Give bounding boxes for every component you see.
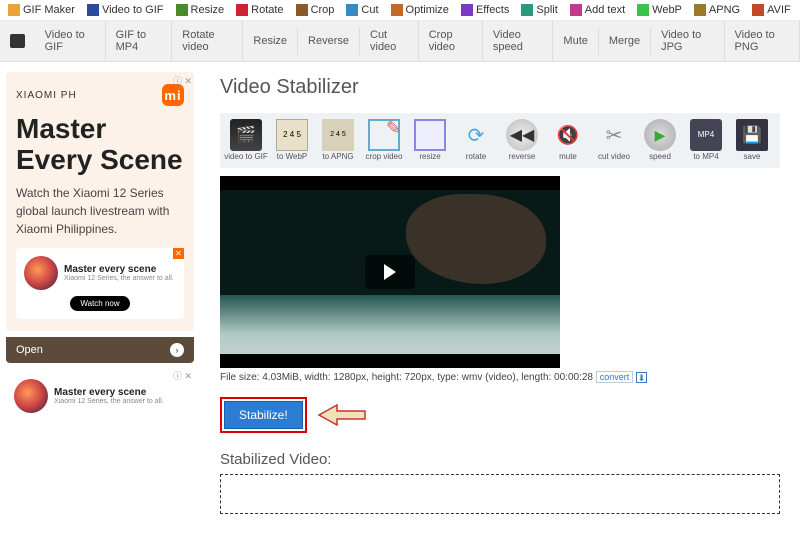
nav-avif[interactable]: AVIF — [752, 4, 791, 16]
highlight-box: Stabilize! — [220, 397, 307, 433]
chevron-right-icon: › — [170, 343, 184, 357]
tool-to-apng[interactable]: 2 4 5to APNG — [316, 119, 360, 162]
tool-to-webp[interactable]: 2 4 5to WebP — [270, 119, 314, 162]
ad-card-sub: Xiaomi 12 Series, the answer to all. — [54, 398, 164, 405]
ad-open-button[interactable]: Open› — [6, 337, 194, 363]
nav-gif-maker[interactable]: GIF Maker — [8, 4, 75, 16]
vnav-video-to-png[interactable]: Video to PNG — [725, 21, 800, 61]
nav-add-text[interactable]: Add text — [570, 4, 625, 16]
ad-watch-button[interactable]: Watch now — [70, 296, 129, 311]
camera-icon — [10, 34, 25, 48]
vnav-gif-to-mp4[interactable]: GIF to MP4 — [106, 21, 173, 61]
tool-reverse[interactable]: ◀◀reverse — [500, 119, 544, 162]
crop-icon — [368, 119, 400, 151]
apng-icon: 2 4 5 — [322, 119, 354, 151]
tool-save[interactable]: 💾save — [730, 119, 774, 162]
ad-card-2[interactable]: ⓘ ✕ Master every scene Xiaomi 12 Series,… — [6, 371, 194, 421]
top-nav: GIF Maker Video to GIF Resize Rotate Cro… — [0, 0, 800, 21]
ad-heading: Master Every Scene — [16, 114, 184, 176]
vnav-mute[interactable]: Mute — [553, 27, 598, 55]
vnav-resize[interactable]: Resize — [243, 27, 298, 55]
vnav-reverse[interactable]: Reverse — [298, 27, 360, 55]
nav-video-to-gif[interactable]: Video to GIF — [87, 4, 164, 16]
arrow-callout-icon — [317, 403, 367, 427]
output-label: Stabilized Video: — [220, 451, 780, 468]
ad-close-icon[interactable]: ⓘ ✕ — [173, 369, 192, 382]
nav-rotate[interactable]: Rotate — [236, 4, 283, 16]
tool-speed[interactable]: ▶speed — [638, 119, 682, 162]
rotate-icon: ⟳ — [460, 119, 492, 151]
ad-brand: XIAOMI PH — [16, 90, 77, 101]
nav-crop[interactable]: Crop — [296, 4, 335, 16]
tool-cut-video[interactable]: ✂cut video — [592, 119, 636, 162]
tool-crop-video[interactable]: crop video — [362, 119, 406, 162]
ad-unit[interactable]: ⓘ ✕ XIAOMI PH mi Master Every Scene Watc… — [6, 72, 194, 331]
ad-close-icon[interactable]: ⓘ ✕ — [173, 74, 192, 87]
nav-resize[interactable]: Resize — [176, 4, 225, 16]
vnav-crop-video[interactable]: Crop video — [419, 21, 483, 61]
download-icon[interactable]: ⬇ — [636, 372, 647, 383]
nav-cut[interactable]: Cut — [346, 4, 378, 16]
scissors-icon: ✂ — [598, 119, 630, 151]
page-title: Video Stabilizer — [220, 76, 780, 99]
tool-video-to-gif[interactable]: 🎬video to GIF — [224, 119, 268, 162]
mute-icon: 🔇 — [552, 119, 584, 151]
film-icon: 🎬 — [230, 119, 262, 151]
ad-card-title: Master every scene — [64, 264, 174, 275]
output-zone — [220, 474, 780, 514]
video-nav: Video to GIF GIF to MP4 Rotate video Res… — [0, 21, 800, 62]
tool-to-mp4[interactable]: MP4to MP4 — [684, 119, 728, 162]
play-icon[interactable] — [365, 255, 415, 289]
stabilize-button[interactable]: Stabilize! — [224, 401, 303, 429]
file-info: File size: 4.03MiB, width: 1280px, heigh… — [220, 372, 780, 383]
speed-icon: ▶ — [644, 119, 676, 151]
ad-card-sub: Xiaomi 12 Series, the answer to all. — [64, 275, 174, 282]
ad-image — [14, 379, 48, 413]
sidebar: ⓘ ✕ XIAOMI PH mi Master Every Scene Watc… — [0, 62, 200, 528]
nav-split[interactable]: Split — [521, 4, 557, 16]
tool-resize[interactable]: resize — [408, 119, 452, 162]
ad-card-close-icon[interactable]: ✕ — [173, 248, 184, 259]
vnav-video-speed[interactable]: Video speed — [483, 21, 554, 61]
ad-image — [24, 256, 58, 290]
video-preview[interactable] — [220, 176, 560, 368]
ad-card[interactable]: ✕ Master every scene Xiaomi 12 Series, t… — [16, 248, 184, 319]
vnav-cut-video[interactable]: Cut video — [360, 21, 419, 61]
reverse-icon: ◀◀ — [506, 119, 538, 151]
ad-body: Watch the Xiaomi 12 Series global launch… — [16, 184, 184, 238]
nav-optimize[interactable]: Optimize — [391, 4, 449, 16]
vnav-rotate-video[interactable]: Rotate video — [172, 21, 243, 61]
save-icon: 💾 — [736, 119, 768, 151]
tool-rotate[interactable]: ⟳rotate — [454, 119, 498, 162]
vnav-video-to-jpg[interactable]: Video to JPG — [651, 21, 724, 61]
nav-effects[interactable]: Effects — [461, 4, 509, 16]
webp-icon: 2 4 5 — [276, 119, 308, 151]
main-content: Video Stabilizer 🎬video to GIF 2 4 5to W… — [200, 62, 800, 528]
tool-mute[interactable]: 🔇mute — [546, 119, 590, 162]
vnav-video-to-gif[interactable]: Video to GIF — [35, 21, 106, 61]
nav-webp[interactable]: WebP — [637, 4, 682, 16]
video-toolbar: 🎬video to GIF 2 4 5to WebP 2 4 5to APNG … — [220, 113, 780, 168]
nav-apng[interactable]: APNG — [694, 4, 740, 16]
resize-icon — [414, 119, 446, 151]
ad-card-title: Master every scene — [54, 387, 164, 398]
convert-link[interactable]: convert — [596, 371, 634, 383]
mp4-icon: MP4 — [690, 119, 722, 151]
xiaomi-logo-icon: mi — [162, 84, 184, 106]
vnav-merge[interactable]: Merge — [599, 27, 651, 55]
